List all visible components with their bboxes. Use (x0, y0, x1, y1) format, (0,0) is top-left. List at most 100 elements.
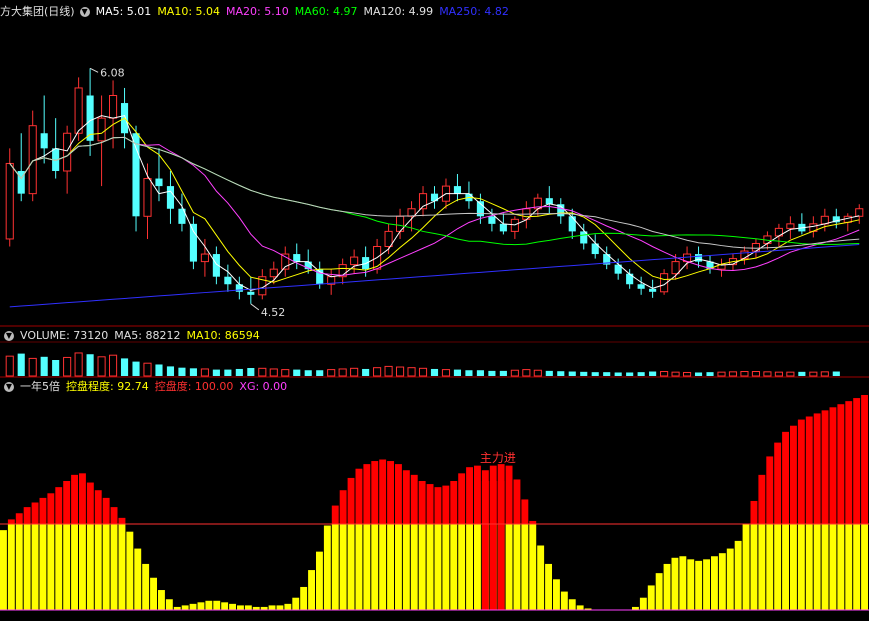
control-bar-yellow (545, 563, 552, 610)
control-bar-yellow (442, 524, 450, 610)
candle-body-down (626, 273, 634, 285)
volume-bar-down (212, 369, 220, 376)
volume-bar-up (510, 369, 519, 377)
control-bar-yellow (513, 524, 521, 610)
control-bar-yellow (23, 524, 31, 610)
control-bar-yellow (797, 524, 805, 610)
ma-label-5: MA250: 4.82 (439, 5, 509, 18)
control-bar-yellow (395, 524, 402, 610)
candle-body-up (855, 208, 864, 217)
ma-label-3: MA60: 4.97 (294, 5, 358, 18)
ma-label-4: MA120: 4.99 (363, 5, 434, 18)
indicator-label-2: XG: 0.00 (239, 380, 288, 393)
control-bar-red (39, 497, 47, 524)
control-bar-yellow (244, 605, 252, 610)
control-bar-yellow (695, 560, 703, 610)
control-bar-red (395, 464, 402, 524)
control-bar-yellow (679, 556, 687, 610)
volume-bar-up (407, 367, 416, 377)
control-bar-yellow (434, 524, 442, 610)
control-bar-red (505, 465, 513, 524)
volume-bar-up (109, 354, 118, 377)
control-bar-yellow (774, 524, 782, 610)
volume-bar-down (557, 371, 565, 376)
control-bar-red (782, 431, 789, 524)
control-bar-red (774, 442, 782, 524)
volume-bar-up (418, 367, 428, 377)
control-bar-yellow (474, 524, 481, 610)
chevron-down-icon[interactable]: ▼ (79, 7, 90, 17)
indicator-legend: 控盘程度: 92.74 控盘度: 100.00 XG: 0.00 (66, 380, 293, 393)
control-bar-red (86, 482, 94, 524)
volume-bar-up (751, 371, 760, 377)
control-bar-red (331, 505, 339, 524)
volume-label-0: VOLUME: 73120 (20, 329, 109, 342)
control-bar-yellow (71, 524, 78, 610)
control-bar-yellow (861, 524, 868, 610)
candle-body-up (74, 87, 83, 134)
control-bar-yellow (766, 524, 774, 610)
control-bar-yellow (560, 591, 568, 610)
control-bar-red (466, 467, 473, 524)
main-entry-bar (497, 481, 505, 610)
indicator-panel-header: ▼ 一年5倍 控盘程度: 92.74 控盘度: 100.00 XG: 0.00 (0, 379, 299, 395)
control-bar-yellow (821, 524, 829, 610)
control-bar-red (387, 461, 394, 524)
volume-bar-down (626, 372, 634, 376)
control-bar-yellow (371, 524, 379, 610)
volume-bar-down (52, 360, 60, 376)
volume-bar-down (694, 372, 703, 376)
control-bar-yellow (79, 524, 86, 610)
control-bar-yellow (15, 524, 23, 610)
volume-bar-down (316, 370, 324, 376)
volume-bar-up (200, 368, 209, 377)
price-panel-header: 方大集团(日线) ▼ MA5: 5.01 MA10: 5.04 MA20: 5.10 MA… (0, 4, 521, 20)
volume-bar-down (706, 372, 714, 376)
volume-bar-down (614, 372, 622, 376)
volume-bar-up (396, 366, 405, 377)
volume-bar-up (258, 367, 267, 377)
control-bar-yellow (402, 524, 410, 610)
control-bar-red (347, 477, 355, 524)
candle-body-down (488, 216, 496, 224)
candle-body-down (453, 186, 462, 194)
chevron-down-icon[interactable]: ▼ (4, 382, 14, 392)
control-bar-yellow (323, 525, 331, 610)
control-bar-red (15, 513, 23, 524)
control-bar-red (458, 473, 466, 524)
volume-bar-down (304, 370, 312, 376)
control-bar-yellow (316, 551, 323, 610)
control-bar-red (821, 410, 829, 524)
control-bar-yellow (379, 524, 387, 610)
ma250-line (9, 243, 860, 308)
indicator-label-0: 控盘程度: 92.74 (66, 380, 149, 393)
control-bar-yellow (189, 603, 197, 610)
candle-body-down (40, 133, 48, 149)
control-bar-red (442, 485, 450, 524)
volume-bar-down (293, 369, 301, 376)
chevron-down-icon[interactable]: ▼ (4, 331, 14, 341)
control-bar-red (758, 474, 766, 524)
control-bar-red (363, 464, 371, 524)
ma-legend: MA5: 5.01 MA10: 5.04 MA20: 5.10 MA60: 4.97 M… (96, 5, 515, 18)
control-bar-yellow (782, 524, 789, 610)
volume-bar-up (384, 365, 393, 377)
control-bar-yellow (529, 524, 537, 610)
volume-bar-down (247, 368, 255, 376)
control-bar-yellow (805, 524, 813, 610)
volume-bar-up (28, 357, 37, 377)
volume-bar-down (476, 370, 484, 376)
control-bar-yellow (750, 524, 758, 610)
control-bar-red (410, 474, 418, 524)
control-bar-red (861, 395, 868, 524)
candle-body-up (63, 132, 72, 172)
control-bar-yellow (521, 524, 529, 610)
control-bar-yellow (505, 524, 513, 610)
volume-bar-down (120, 358, 129, 376)
volume-bar-down (568, 371, 576, 376)
control-bar-red (47, 493, 55, 524)
control-bar-red (355, 468, 363, 524)
control-bar-red (402, 470, 410, 524)
volume-bar-down (189, 368, 197, 376)
candle-body-down (247, 291, 255, 295)
